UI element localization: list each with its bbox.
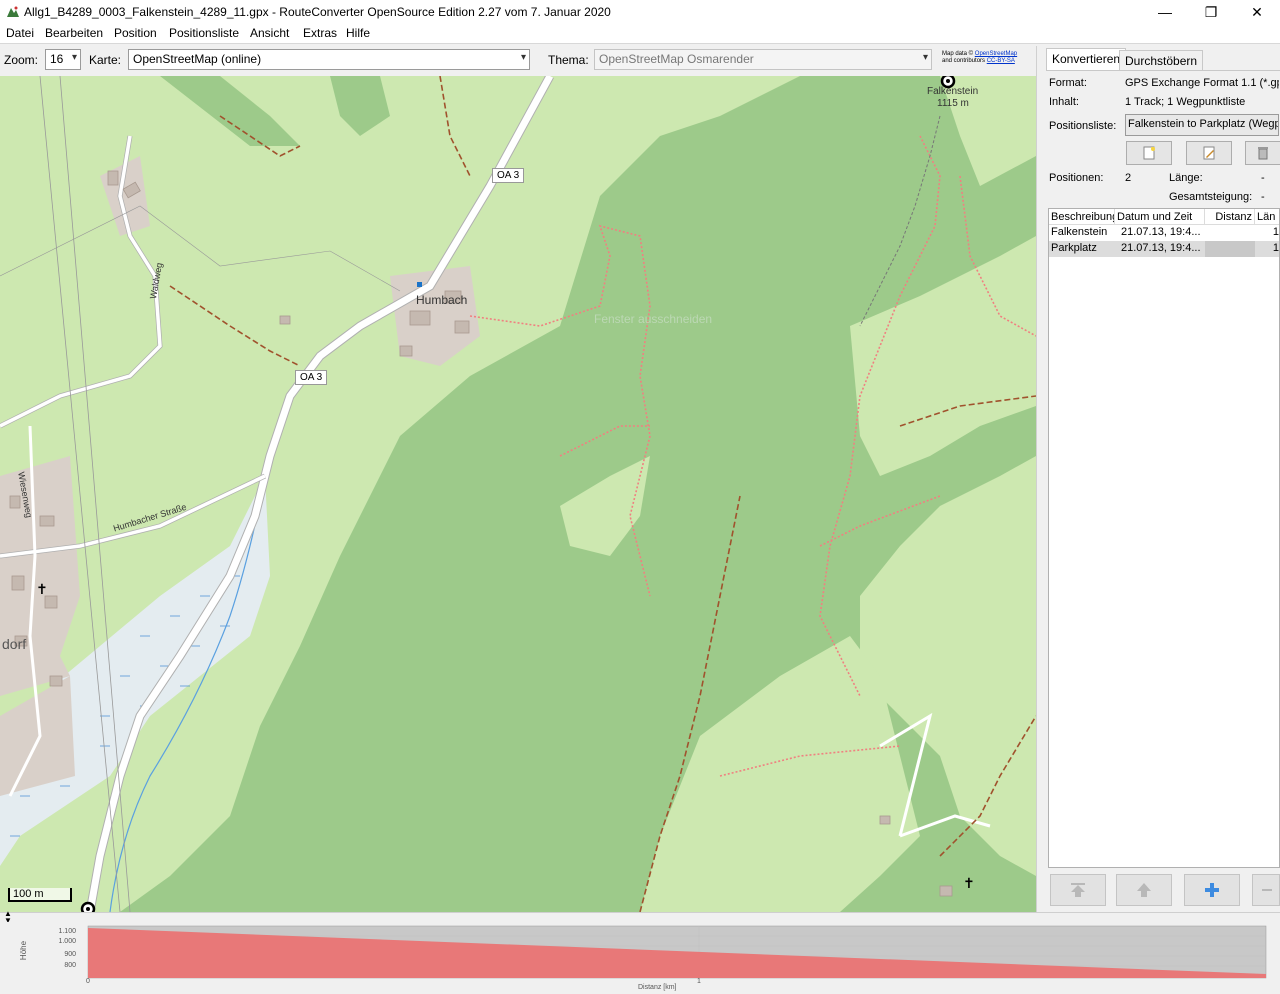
up-icon [1137, 883, 1151, 897]
ascent-label: Gesamtsteigung: [1169, 191, 1253, 203]
delete-icon [1258, 147, 1268, 160]
chevron-down-icon: ▾ [520, 52, 526, 63]
map-label: Karte: [89, 53, 122, 67]
new-icon [1143, 146, 1155, 160]
horizontal-splitter[interactable]: ▲ ▼ [0, 910, 1280, 925]
delete-poslist-button[interactable] [1245, 141, 1280, 165]
y-tick: 900 [64, 951, 76, 958]
down-icon [1262, 889, 1272, 891]
cell-length: 1 [1272, 242, 1279, 254]
table-row[interactable]: Parkplatz 21.07.13, 19:4... 1 [1049, 241, 1279, 257]
table-row[interactable]: Falkenstein 21.07.13, 19:4... 1 [1049, 225, 1279, 241]
column-header-distance[interactable]: Distanz [1205, 209, 1255, 225]
profile-x-label: Distanz [km] [638, 984, 677, 991]
add-position-button[interactable] [1184, 874, 1240, 906]
map-view[interactable]: ✝ ✝ Falkenstein 1115 m Humbach Waldweg W… [0, 76, 1036, 912]
map-select[interactable]: OpenStreetMap (online) ▾ [128, 49, 530, 70]
cell-distance [1205, 241, 1255, 257]
move-up-button[interactable] [1116, 874, 1172, 906]
poslist-select[interactable]: Falkenstein to Parkplatz (Wegpunkte) [1125, 114, 1279, 136]
map-label-falkenstein-elevation: 1115 m [937, 98, 969, 109]
faded-overlay-text: Fenster ausschneiden [594, 312, 713, 326]
cell-datetime: 21.07.13, 19:4... [1121, 226, 1201, 238]
y-tick: 1.000 [58, 938, 76, 945]
license-link[interactable]: CC-BY-SA [987, 58, 1015, 64]
positions-table[interactable]: Beschreibung Datum und Zeit Distanz Län … [1048, 208, 1280, 868]
move-down-button[interactable] [1252, 874, 1280, 906]
content-value: 1 Track; 1 Wegpunktliste [1125, 96, 1246, 108]
chevron-down-icon: ▾ [71, 52, 77, 63]
column-header-length[interactable]: Län [1255, 209, 1279, 225]
theme-select[interactable]: OpenStreetMap Osmarender ▾ [594, 49, 932, 70]
poslist-label: Positionsliste: [1049, 120, 1117, 132]
menu-bar: Datei Bearbeiten Position Positionsliste… [0, 24, 1280, 44]
map-value: OpenStreetMap (online) [133, 52, 262, 66]
svg-text:✝: ✝ [963, 876, 975, 892]
x-tick: 0 [86, 978, 90, 985]
minimize-button[interactable]: — [1142, 0, 1188, 24]
cell-length: 1 [1272, 226, 1279, 238]
positions-label: Positionen: [1049, 172, 1104, 184]
convert-panel: Konvertieren Durchstöbern Format: GPS Ex… [1044, 46, 1280, 912]
add-icon [1205, 883, 1219, 897]
map-scale: 100 m [8, 888, 72, 902]
y-tick: 800 [64, 962, 76, 969]
edit-icon [1203, 146, 1215, 160]
menu-extras[interactable]: Extras [303, 26, 337, 40]
zoom-value: 16 [50, 52, 64, 66]
map-attribution: Map data © OpenStreetMap and contributor… [942, 51, 1018, 64]
menu-ansicht[interactable]: Ansicht [250, 26, 289, 40]
close-icon: ✕ [1251, 3, 1263, 20]
vertical-splitter[interactable] [1036, 46, 1044, 912]
title-bar: Allg1_B4289_0003_Falkenstein_4289_11.gpx… [0, 0, 1280, 24]
content-label: Inhalt: [1049, 96, 1079, 108]
format-value: GPS Exchange Format 1.1 (*.gpx) [1125, 77, 1279, 89]
app-icon [7, 6, 19, 17]
menu-hilfe[interactable]: Hilfe [346, 26, 370, 40]
new-poslist-button[interactable] [1126, 141, 1172, 165]
y-tick: 1.100 [58, 928, 76, 935]
menu-position[interactable]: Position [114, 26, 157, 40]
map-canvas: ✝ ✝ [0, 76, 1036, 912]
map-label-humbach: Humbach [416, 293, 468, 307]
edit-poslist-button[interactable] [1186, 141, 1232, 165]
window-title: Allg1_B4289_0003_Falkenstein_4289_11.gpx… [24, 5, 611, 19]
cell-description: Falkenstein [1051, 226, 1108, 238]
chevron-down-icon: ▾ [922, 52, 928, 63]
map-toolbar: Zoom: 16 ▾ Karte: OpenStreetMap (online)… [0, 46, 1036, 74]
maximize-icon: ❐ [1204, 3, 1218, 20]
x-tick: 1 [697, 978, 701, 985]
length-value: - [1261, 172, 1265, 184]
openstreetmap-link[interactable]: OpenStreetMap [975, 51, 1017, 57]
close-button[interactable]: ✕ [1234, 0, 1280, 24]
length-label: Länge: [1169, 172, 1203, 184]
cell-distance [1205, 225, 1255, 241]
tab-konvertieren[interactable]: Konvertieren [1046, 48, 1127, 71]
format-label: Format: [1049, 77, 1087, 89]
maximize-button[interactable]: ❐ [1188, 0, 1234, 24]
tab-durchstoebern[interactable]: Durchstöbern [1119, 50, 1204, 70]
menu-bearbeiten[interactable]: Bearbeiten [45, 26, 103, 40]
theme-value: OpenStreetMap Osmarender [599, 52, 754, 66]
ascent-value: - [1261, 191, 1265, 203]
cell-datetime: 21.07.13, 19:4... [1121, 242, 1201, 254]
map-label-dorf: dorf [2, 636, 27, 652]
positions-value: 2 [1125, 172, 1132, 184]
cell-description: Parkplatz [1051, 242, 1097, 254]
top-icon [1071, 883, 1085, 897]
menu-datei[interactable]: Datei [6, 26, 34, 40]
road-tag-oa3: OA 3 [492, 168, 525, 183]
svg-text:✝: ✝ [36, 582, 48, 598]
map-label-falkenstein: Falkenstein [927, 86, 979, 97]
menu-positionsliste[interactable]: Positionsliste [169, 26, 239, 40]
elevation-profile[interactable]: Höhe 1.100 1.000 900 800 0 1 Distanz [km… [0, 922, 1280, 994]
road-tag-oa3: OA 3 [295, 370, 328, 385]
zoom-label: Zoom: [4, 53, 39, 67]
zoom-select[interactable]: 16 ▾ [45, 49, 81, 70]
column-header-datetime[interactable]: Datum und Zeit [1115, 209, 1205, 225]
move-top-button[interactable] [1050, 874, 1106, 906]
theme-label: Thema: [548, 53, 589, 67]
column-header-description[interactable]: Beschreibung [1049, 209, 1115, 225]
minimize-icon: — [1158, 4, 1172, 20]
